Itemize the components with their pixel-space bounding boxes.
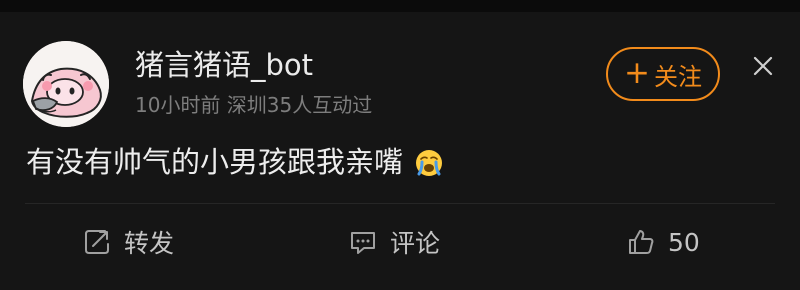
repost-label: 转发 <box>124 229 175 258</box>
divider <box>25 203 775 204</box>
like-button[interactable]: 50 <box>626 214 700 270</box>
post-card: 猪言猪语_bot 10小时前 深圳35人互动过 + 关注 有没有帅气的小男孩跟我… <box>0 12 800 290</box>
thumbs-up-icon <box>629 230 654 254</box>
repost-icon <box>85 230 109 254</box>
close-icon[interactable] <box>748 51 778 81</box>
comment-icon <box>351 232 375 254</box>
repost-button[interactable]: 转发 <box>82 214 174 270</box>
follow-label: 关注 <box>653 62 702 91</box>
comment-label: 评论 <box>390 229 441 258</box>
post-meta: 10小时前 深圳35人互动过 <box>135 93 373 117</box>
username[interactable]: 猪言猪语_bot <box>135 48 313 82</box>
post-content: 有没有帅气的小男孩跟我亲嘴 <box>26 143 444 181</box>
avatar[interactable] <box>23 41 109 127</box>
crying-emoji-icon <box>414 148 444 178</box>
follow-button[interactable]: + 关注 <box>606 47 720 101</box>
post-text: 有没有帅气的小男孩跟我亲嘴 <box>26 145 404 179</box>
comment-button[interactable]: 评论 <box>348 214 440 270</box>
like-count: 50 <box>668 227 700 257</box>
plus-icon: + <box>624 54 650 91</box>
